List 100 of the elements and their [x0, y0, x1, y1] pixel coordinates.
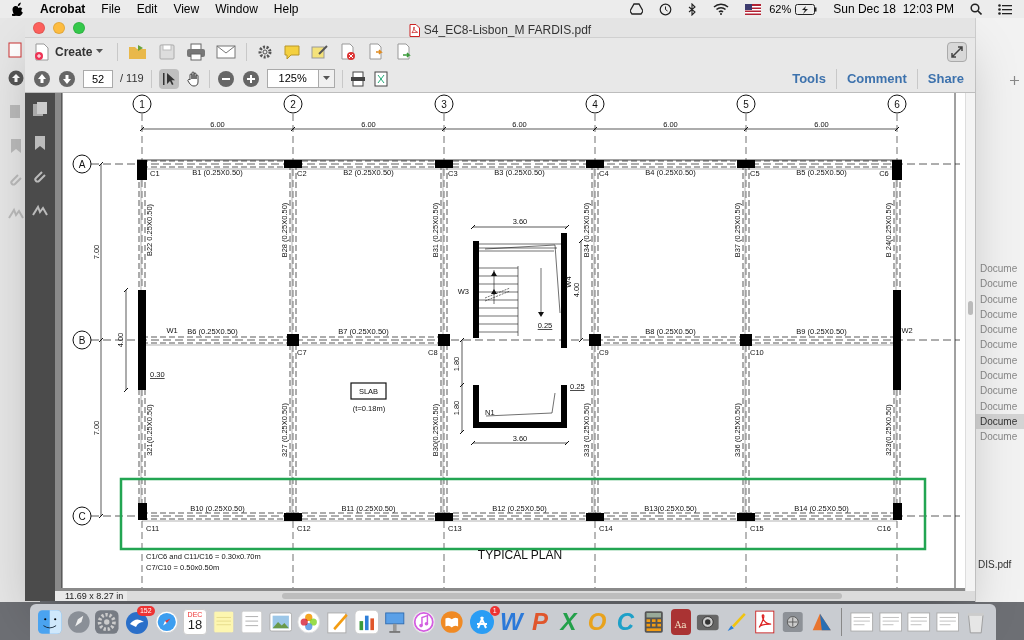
column [737, 513, 755, 521]
document-thumbnail-icon[interactable] [850, 609, 874, 635]
zoom-in-icon[interactable] [241, 69, 260, 88]
expand-button[interactable] [947, 41, 967, 62]
axis-bubble [132, 94, 152, 114]
file-list-item[interactable]: Docume [976, 291, 1024, 307]
file-list-item[interactable]: Docume [976, 322, 1024, 338]
file-list-item[interactable]: Docume [976, 383, 1024, 399]
fit-width-icon[interactable] [349, 70, 366, 87]
app-icon[interactable]: P [528, 609, 552, 635]
document-thumbnail-icon[interactable] [878, 609, 903, 635]
axis-label: 5 [743, 99, 749, 110]
checklist-icon[interactable] [240, 609, 264, 635]
wifi-icon[interactable] [713, 3, 730, 15]
document-delete-icon[interactable] [339, 42, 358, 61]
fit-page-icon[interactable] [372, 70, 389, 87]
document-thumbnail-icon[interactable] [935, 609, 960, 635]
menu-item[interactable]: View [173, 0, 200, 18]
clock[interactable]: Sun Dec 18 12:03 PM [833, 0, 954, 18]
bluetooth-icon[interactable] [688, 2, 698, 16]
file-list-item[interactable]: Docume [976, 429, 1024, 445]
slab-tag [350, 382, 387, 400]
compass-icon[interactable] [154, 609, 179, 635]
create-button[interactable]: Create [33, 42, 108, 61]
paperclip-icon[interactable] [32, 169, 48, 185]
menu-item[interactable]: Window [215, 0, 258, 18]
page-count: / 119 [120, 71, 144, 87]
panel-tab[interactable]: Comment [843, 68, 910, 89]
app-icon[interactable]: W [499, 609, 524, 635]
speech-bubble-icon[interactable] [283, 43, 302, 60]
app-menu[interactable]: Acrobat [40, 0, 86, 18]
gear-icon[interactable] [257, 43, 274, 60]
zoom-out-icon[interactable] [216, 69, 235, 88]
plus-icon[interactable] [1010, 76, 1019, 85]
axis-bubble [72, 506, 92, 526]
pdf-file-icon [408, 23, 420, 37]
axis-bubble [585, 94, 605, 114]
file-list-item[interactable]: Docume [976, 352, 1024, 369]
search-icon[interactable] [970, 3, 982, 15]
axis-label: A [78, 159, 86, 170]
apple-logo-icon[interactable] [12, 2, 24, 16]
arrow-up-icon[interactable] [33, 69, 51, 88]
finder-icon[interactable] [38, 609, 62, 635]
music-note-icon[interactable] [411, 609, 436, 635]
panel-tab[interactable]: Share [924, 68, 967, 89]
gear-icon[interactable] [95, 609, 119, 635]
drive-icon[interactable] [630, 3, 644, 15]
file-list-item[interactable]: Docume [976, 398, 1024, 414]
document-add-icon [33, 42, 51, 61]
cursor-icon [162, 71, 175, 86]
zoom-dropdown[interactable]: 125% [266, 69, 335, 88]
pencil-note-icon[interactable] [311, 43, 330, 60]
battery-percentage: 62% [769, 1, 792, 17]
file-list-item[interactable]: Docume [976, 368, 1024, 384]
file-list-item[interactable]: Docume [976, 337, 1024, 353]
print-icon[interactable] [186, 42, 207, 61]
document-icon[interactable] [8, 42, 22, 58]
arrow-up-icon[interactable] [8, 70, 24, 86]
pages-icon[interactable] [32, 101, 48, 117]
hand-icon[interactable] [185, 70, 202, 87]
picture-frame-icon[interactable] [268, 609, 293, 635]
select-tool-button[interactable] [158, 68, 179, 89]
document-export-icon[interactable] [395, 42, 414, 61]
clock-history-icon[interactable] [659, 2, 673, 16]
zoom-button[interactable] [73, 21, 85, 34]
pen-paper-icon[interactable] [325, 609, 350, 635]
save-icon[interactable] [158, 42, 177, 61]
app-store-icon[interactable] [468, 609, 495, 635]
battery-charging-icon[interactable] [795, 3, 818, 15]
calculator-icon[interactable] [642, 609, 666, 635]
mail-icon[interactable] [216, 43, 237, 60]
file-list-item[interactable]: Docume [976, 306, 1024, 323]
arrow-down-icon[interactable] [58, 69, 76, 88]
open-folder-icon[interactable] [128, 42, 149, 61]
menu-item[interactable]: File [101, 0, 121, 18]
axis-bubble [72, 154, 92, 174]
file-list-item[interactable]: Docume [976, 261, 1024, 277]
close-button[interactable] [33, 21, 45, 34]
dictionary-icon[interactable]: Aa [670, 609, 691, 635]
menu-item[interactable]: Edit [136, 0, 158, 18]
panel-tab[interactable]: Tools [789, 68, 829, 89]
scroll-thumb[interactable] [968, 301, 973, 315]
file-list-item[interactable]: Docume [976, 413, 1024, 430]
flag-icon[interactable] [745, 3, 762, 15]
axis-label: 6 [894, 99, 900, 110]
bookmark-icon[interactable] [32, 135, 48, 151]
document-share-icon[interactable] [367, 42, 386, 61]
list-icon[interactable] [998, 3, 1012, 15]
pdf-document-icon[interactable] [752, 609, 777, 635]
document-thumbnail-icon[interactable] [907, 609, 931, 635]
open-book-icon[interactable] [440, 609, 464, 635]
menu-item[interactable]: Help [273, 0, 299, 18]
podium-icon[interactable] [383, 609, 407, 635]
app-icon[interactable]: X [556, 609, 581, 635]
page-number-field[interactable]: 52 [83, 69, 113, 88]
paperclip-icon[interactable] [8, 172, 24, 188]
bar-chart-icon[interactable] [354, 609, 379, 635]
flower-icon[interactable] [297, 609, 321, 635]
bird-icon[interactable] [123, 609, 150, 635]
file-list-item[interactable]: Docume [976, 276, 1024, 292]
